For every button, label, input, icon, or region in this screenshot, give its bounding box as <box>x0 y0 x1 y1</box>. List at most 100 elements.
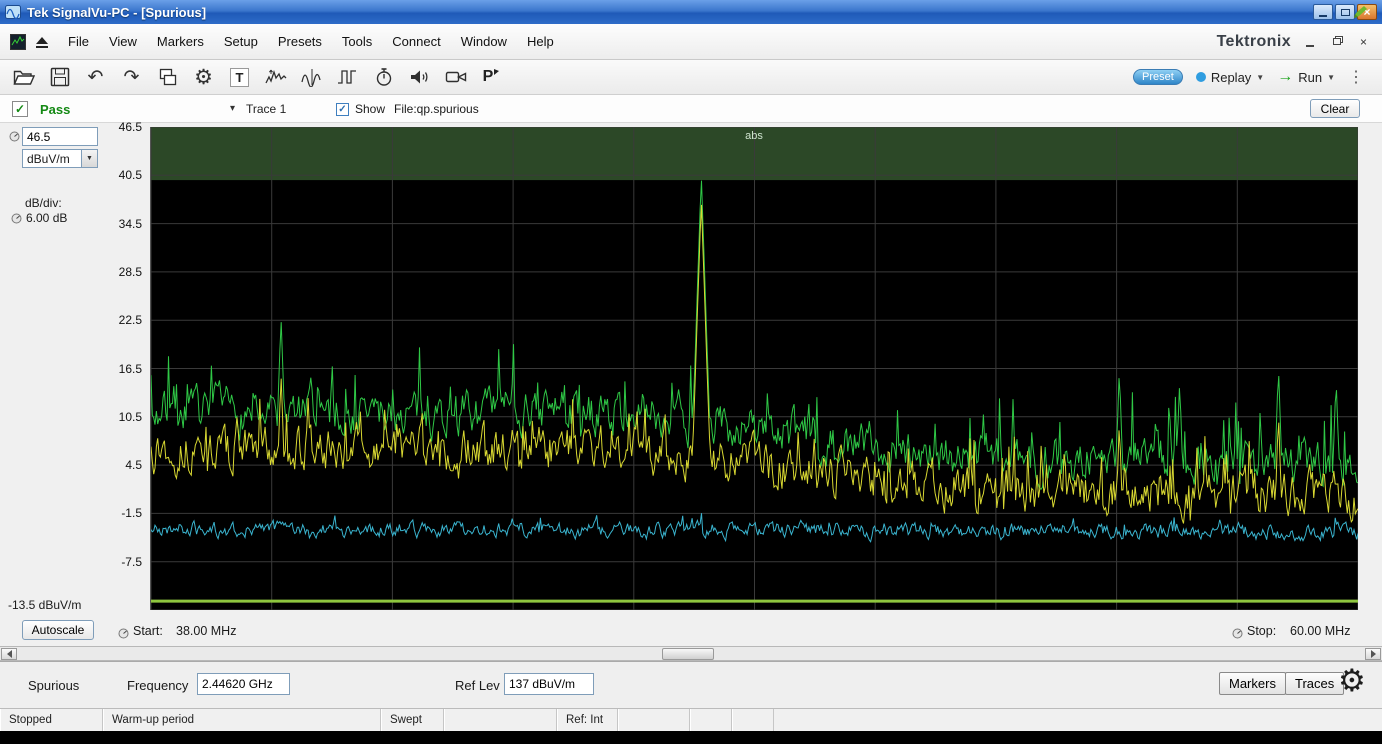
cascade-windows-button[interactable] <box>154 64 181 91</box>
more-options-button[interactable]: ⋮ <box>1348 67 1364 87</box>
ref-lev-input[interactable] <box>504 673 594 695</box>
run-arrow-icon: → <box>1277 69 1293 85</box>
minimize-icon <box>1319 15 1327 17</box>
redo-icon: ↷ <box>124 68 140 87</box>
cascade-windows-icon <box>158 67 178 87</box>
pulse-trace-button[interactable] <box>334 64 361 91</box>
y-tick-label: 34.5 <box>100 217 142 231</box>
trace-selector[interactable]: Trace 1 <box>246 102 286 116</box>
chevron-down-icon: ▼ <box>1327 73 1335 82</box>
chevron-down-icon[interactable]: ▼ <box>81 150 97 167</box>
mdi-minimize-button[interactable] <box>1301 34 1318 49</box>
video-capture-icon <box>445 68 467 86</box>
mdi-restore-button[interactable] <box>1328 34 1345 49</box>
stopwatch-button[interactable] <box>370 64 397 91</box>
show-checkbox[interactable]: ✓ <box>336 103 349 116</box>
scroll-left-button[interactable] <box>1 648 17 660</box>
menubar-right: Tektronix × <box>1217 33 1372 51</box>
measurement-name: Spurious <box>28 678 79 693</box>
menu-item-file[interactable]: File <box>58 29 99 54</box>
maximize-icon <box>1341 9 1350 16</box>
y-axis: 46.540.534.528.522.516.510.54.5-1.5-7.5 <box>100 127 144 610</box>
replay-label: Replay <box>1211 70 1251 85</box>
adjust-knob-icon[interactable] <box>118 628 129 639</box>
run-label: Run <box>1298 70 1322 85</box>
audio-demod-icon <box>409 67 431 87</box>
statusbar-cell: Ref: Int <box>557 709 618 731</box>
unit-select[interactable]: dBuV/m ▼ <box>22 149 98 168</box>
adjust-knob-icon[interactable] <box>1232 628 1243 639</box>
menu-item-presets[interactable]: Presets <box>268 29 332 54</box>
marker-waveform-button[interactable] <box>298 64 325 91</box>
ref-lev-label: Ref Lev <box>455 678 500 693</box>
y-tick-label: 16.5 <box>100 362 142 376</box>
y-tick-label: 10.5 <box>100 410 142 424</box>
traces-button[interactable]: Traces <box>1285 672 1344 695</box>
replay-button[interactable]: Replay ▼ <box>1196 70 1264 85</box>
arrow-right-icon <box>1371 650 1376 658</box>
text-marker-icon: T <box>230 68 249 87</box>
menu-item-help[interactable]: Help <box>517 29 564 54</box>
markers-button[interactable]: Markers <box>1219 672 1286 695</box>
peak-search-button[interactable] <box>262 64 289 91</box>
minimize-icon <box>1306 45 1314 47</box>
scroll-right-button[interactable] <box>1365 648 1381 660</box>
mdi-close-button[interactable]: × <box>1355 34 1372 49</box>
save-button[interactable] <box>46 64 73 91</box>
toolbar: ↶ ↷ ⚙ T P Preset Replay ▼ → Run ▼ ⋮ <box>0 60 1382 95</box>
menu-item-tools[interactable]: Tools <box>332 29 382 54</box>
y-tick-label: -7.5 <box>100 555 142 569</box>
replay-status-icon <box>1196 72 1206 82</box>
run-button[interactable]: → Run ▼ <box>1277 69 1335 85</box>
spectrum-svg <box>151 127 1358 610</box>
minimize-button[interactable] <box>1313 4 1333 20</box>
spectrum-display[interactable]: abs <box>150 127 1357 610</box>
ref-level-input[interactable] <box>22 127 98 146</box>
pen-icon[interactable] <box>1352 4 1368 20</box>
adjust-knob-icon[interactable] <box>11 213 22 224</box>
menu-item-setup[interactable]: Setup <box>214 29 268 54</box>
titlebar: Tek SignalVu-PC - [Spurious] × <box>0 0 1382 24</box>
menu-item-view[interactable]: View <box>99 29 147 54</box>
p-marker-button[interactable]: P <box>478 64 505 91</box>
arrow-left-icon <box>7 650 12 658</box>
undo-button[interactable]: ↶ <box>82 64 109 91</box>
scrollbar-thumb[interactable] <box>662 648 714 660</box>
video-capture-button[interactable] <box>442 64 469 91</box>
frequency-label: Frequency <box>127 678 188 693</box>
undo-icon: ↶ <box>88 68 104 87</box>
redo-button[interactable]: ↷ <box>118 64 145 91</box>
statusbar-cell <box>444 709 557 731</box>
eject-icon[interactable] <box>34 35 50 49</box>
measurement-status-row: ✓ Pass ▾ Trace 1 ✓ Show File:qp.spurious… <box>0 95 1382 123</box>
menu-item-connect[interactable]: Connect <box>382 29 450 54</box>
settings-button[interactable]: ⚙ <box>190 64 217 91</box>
app-window: Tek SignalVu-PC - [Spurious] × FileViewM… <box>0 0 1382 744</box>
audio-demod-button[interactable] <box>406 64 433 91</box>
measurement-control-panel: Spurious Frequency Ref Lev Markers Trace… <box>0 661 1382 708</box>
autoscale-button[interactable]: Autoscale <box>22 620 94 640</box>
toolbar-right: Preset Replay ▼ → Run ▼ ⋮ <box>1133 67 1372 87</box>
db-per-div-value: 6.00 dB <box>26 211 67 225</box>
menu-item-markers[interactable]: Markers <box>147 29 214 54</box>
clear-button[interactable]: Clear <box>1310 99 1360 118</box>
menubar: FileViewMarkersSetupPresetsToolsConnectW… <box>0 24 1382 60</box>
statusbar-cell: Stopped <box>0 709 103 731</box>
peak-search-icon <box>265 67 287 87</box>
p-marker-icon: P <box>483 68 501 86</box>
menu: FileViewMarkersSetupPresetsToolsConnectW… <box>58 34 564 49</box>
horizontal-scrollbar[interactable] <box>0 646 1382 661</box>
pass-checkbox[interactable]: ✓ <box>12 101 28 117</box>
statusbar-cell <box>690 709 732 731</box>
frequency-input[interactable] <box>197 673 290 695</box>
open-file-button[interactable] <box>10 64 37 91</box>
limit-annotation: abs <box>745 130 763 142</box>
y-tick-label: 22.5 <box>100 313 142 327</box>
menu-item-window[interactable]: Window <box>451 29 517 54</box>
text-marker-button[interactable]: T <box>226 64 253 91</box>
preset-button[interactable]: Preset <box>1133 69 1183 85</box>
trace-selector-caret-icon: ▾ <box>230 103 235 114</box>
start-freq-value: 38.00 MHz <box>176 624 236 638</box>
settings-gear-button[interactable]: ⚙ <box>1338 665 1366 696</box>
adjust-knob-icon[interactable] <box>9 131 20 142</box>
